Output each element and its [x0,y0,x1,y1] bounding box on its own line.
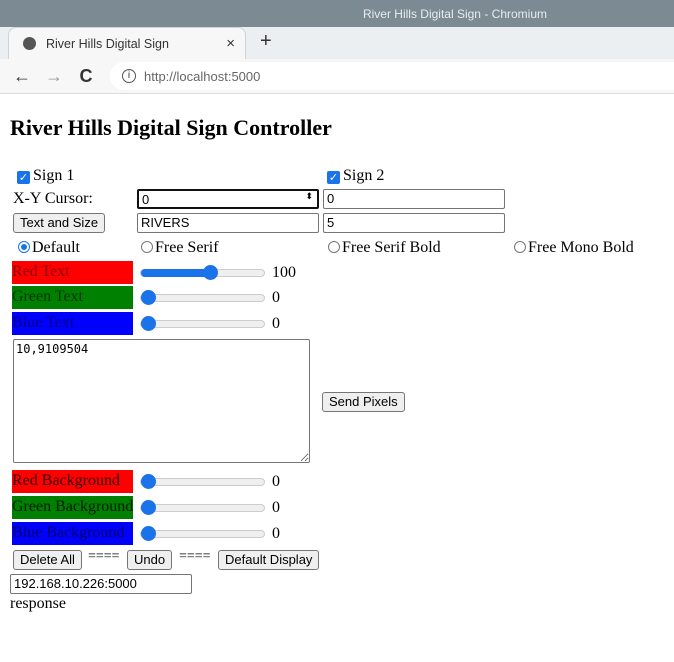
font-option-free-serif-bold[interactable]: Free Serif Bold [328,239,441,257]
browser-toolbar: ← → C i http://localhost:5000 [0,59,674,94]
sign1-label: Sign 1 [33,167,75,184]
cursor-y-input[interactable]: 0 [323,189,505,209]
font-label: Default [32,239,80,256]
default-display-button[interactable]: Default Display [218,550,320,570]
sign1-checkbox[interactable]: ✓ [17,171,30,184]
blue-background-label: Blue Background [12,522,133,545]
delete-all-button[interactable]: Delete All [13,550,82,570]
browser-tab[interactable]: River Hills Digital Sign × [8,27,246,59]
url-host: http://localhost [144,68,228,84]
green-background-label: Green Background [12,496,133,519]
red-text-slider[interactable] [140,265,265,280]
forward-icon[interactable]: → [38,66,70,87]
pixels-textarea[interactable]: 10,9109504 [13,339,310,463]
slider-thumb[interactable] [141,316,156,331]
slider-thumb[interactable] [202,265,218,280]
red-background-label: Red Background [12,470,133,493]
separator: ==== [88,549,120,564]
font-label: Free Serif Bold [342,239,441,256]
text-and-size-button[interactable]: Text and Size [13,213,106,233]
url-port: :5000 [227,68,261,84]
sign2-label: Sign 2 [343,167,385,184]
red-text-label: Red Text [12,261,133,284]
slider-thumb[interactable] [141,500,156,515]
globe-icon [23,37,36,50]
slider-fill [141,269,210,277]
page-title: River Hills Digital Sign Controller [10,115,332,140]
size-input[interactable]: 5 [323,213,505,233]
font-option-default[interactable]: Default [18,239,80,257]
blue-text-label: Blue Text [12,312,133,335]
address-input[interactable]: 192.168.10.226:5000 [10,574,192,594]
new-tab-button[interactable]: + [260,30,272,53]
page-content: River Hills Digital Sign Controller ✓ Sig… [0,95,674,662]
radio-free-serif-bold[interactable] [328,241,340,253]
info-icon[interactable]: i [122,69,136,83]
window-title: River Hills Digital Sign - Chromium [362,6,547,21]
green-text-slider[interactable] [140,290,265,305]
blue-background-slider[interactable] [140,526,265,541]
radio-free-serif[interactable] [141,241,153,253]
slider-thumb[interactable] [141,526,156,541]
green-text-label: Green Text [12,286,133,309]
green-background-slider[interactable] [140,500,265,515]
tab-strip: River Hills Digital Sign × + [0,27,674,59]
red-background-value: 0 [272,473,280,490]
separator: ==== [179,549,211,564]
green-background-value: 0 [272,499,280,516]
font-option-free-serif[interactable]: Free Serif [141,239,219,257]
tab-title: River Hills Digital Sign [46,36,169,51]
sign2-checkbox-row[interactable]: ✓ Sign 2 [327,167,384,185]
blue-text-value: 0 [272,315,280,332]
red-text-value: 100 [272,264,296,281]
send-pixels-button[interactable]: Send Pixels [322,392,405,412]
red-background-slider[interactable] [140,474,265,489]
font-label: Free Serif [155,239,219,256]
blue-background-value: 0 [272,525,280,542]
window-titlebar: River Hills Digital Sign - Chromium [0,0,674,27]
sign1-checkbox-row[interactable]: ✓ Sign 1 [17,167,74,185]
undo-button[interactable]: Undo [127,550,173,570]
font-option-free-mono-bold[interactable]: Free Mono Bold [514,239,634,257]
text-input[interactable]: RIVERS [137,213,319,233]
sign2-checkbox[interactable]: ✓ [327,171,340,184]
cursor-label: X-Y Cursor: [13,190,93,207]
slider-thumb[interactable] [141,290,156,305]
radio-free-mono-bold[interactable] [514,241,526,253]
back-icon[interactable]: ← [6,66,38,87]
address-bar[interactable]: i http://localhost:5000 [110,62,674,90]
blue-text-slider[interactable] [140,316,265,331]
font-label: Free Mono Bold [528,239,634,256]
green-text-value: 0 [272,289,280,306]
close-tab-icon[interactable]: × [226,35,235,52]
cursor-x-value: 0 [142,192,150,207]
response-text: response [10,595,66,612]
radio-default[interactable] [18,241,30,253]
slider-thumb[interactable] [141,474,156,489]
spinner-icon[interactable]: ⬍ [305,191,313,202]
cursor-x-input[interactable]: 0 ⬍ [137,189,319,209]
reload-icon[interactable]: C [70,66,102,87]
